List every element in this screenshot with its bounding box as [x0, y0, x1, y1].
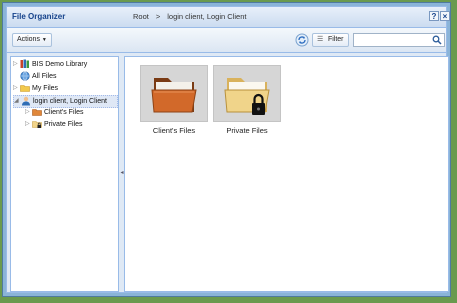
folder-icon: [32, 107, 42, 117]
globe-icon: [20, 71, 30, 81]
filter-icon: ☰: [317, 36, 324, 43]
tree-item-my-files[interactable]: ▷ My Files: [13, 83, 58, 94]
tree-item-label: login client, Login Client: [33, 98, 107, 105]
window-title: File Organizer: [12, 12, 66, 21]
tree-item-label: All Files: [32, 73, 57, 80]
breadcrumb-current: login client, Login Client: [167, 12, 247, 21]
breadcrumb-root[interactable]: Root: [133, 12, 149, 21]
actions-label: Actions: [17, 36, 40, 43]
search-icon[interactable]: [432, 35, 442, 45]
tile-private-files[interactable]: Private Files: [211, 65, 283, 135]
locked-folder-icon: [32, 119, 42, 129]
expand-arrow-icon[interactable]: ▷: [13, 59, 20, 70]
user-icon: [21, 96, 31, 106]
close-button[interactable]: ×: [440, 11, 450, 21]
breadcrumb-separator: >: [155, 12, 161, 21]
collapse-arrow-icon[interactable]: ◢: [14, 96, 21, 107]
expand-arrow-icon[interactable]: ▷: [25, 107, 32, 118]
filter-button[interactable]: ☰ Filter: [312, 33, 349, 47]
tile-label: Private Files: [226, 126, 268, 135]
actions-menu-button[interactable]: Actions ▼: [12, 33, 52, 47]
open-folder-icon: [140, 65, 208, 122]
tree-item-label: Client's Files: [44, 109, 84, 116]
search-input[interactable]: [354, 34, 432, 45]
folder-content-panel: Client's Files Private Files: [124, 56, 449, 292]
tree-item-label: Private Files: [44, 121, 83, 128]
tree-item-bis-demo-library[interactable]: ▷ BIS Demo Library: [13, 59, 87, 70]
dropdown-arrow-icon: ▼: [41, 37, 47, 43]
tree-item-clients-files[interactable]: ▷ Client's Files: [25, 107, 83, 118]
tree-item-label: My Files: [32, 85, 59, 92]
help-button[interactable]: ?: [429, 11, 439, 21]
filter-label: Filter: [327, 36, 344, 43]
tile-clients-files[interactable]: Client's Files: [138, 65, 210, 135]
tree-item-private-files[interactable]: ▷ Private Files: [25, 119, 83, 130]
toolbar: Actions ▼ ☰ Filter: [7, 28, 446, 53]
locked-folder-icon: [213, 65, 281, 122]
folder-tree-panel: ▷ BIS Demo Library All Files ▷ My Files ◢ l…: [10, 56, 119, 292]
tile-label: Client's Files: [152, 126, 196, 135]
window-titlebar: File Organizer Root > login client, Login …: [7, 7, 450, 28]
outer-frame: File Organizer Root > login client, Login …: [2, 2, 451, 297]
folder-icon: [20, 83, 30, 93]
tree-item-label: BIS Demo Library: [32, 61, 88, 68]
search-field: [353, 33, 445, 47]
file-organizer-window: File Organizer Root > login client, Login …: [6, 6, 450, 293]
tree-item-all-files[interactable]: All Files: [13, 71, 57, 82]
library-icon: [20, 59, 30, 69]
breadcrumb: Root > login client, Login Client: [133, 12, 246, 21]
refresh-icon[interactable]: [295, 33, 309, 47]
expand-arrow-icon[interactable]: ▷: [13, 83, 20, 94]
expand-arrow-icon[interactable]: ▷: [25, 119, 32, 130]
